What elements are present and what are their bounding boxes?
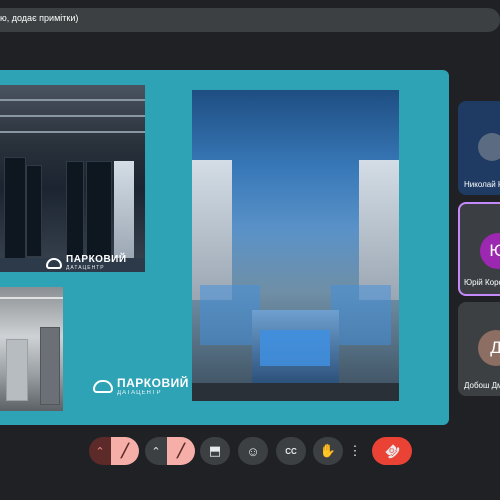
camera-off-icon: ╱ bbox=[177, 443, 185, 458]
datacenter-photo-room bbox=[0, 287, 63, 411]
captions-icon: CC bbox=[285, 446, 297, 456]
cloud-icon bbox=[93, 380, 113, 393]
leave-call-button[interactable]: ☎ bbox=[372, 437, 412, 465]
parkovyi-logo-small: ПАРКОВИЙ ДАТАЦЕНТР bbox=[46, 255, 127, 271]
datacenter-photo-racks: ПАРКОВИЙ ДАТАЦЕНТР bbox=[0, 85, 145, 272]
meeting-title: ю, додає примітки) bbox=[0, 13, 79, 23]
present-screen-button[interactable]: ⬒ bbox=[200, 437, 230, 465]
mic-off-icon: ╱ bbox=[121, 443, 129, 458]
parkovyi-logo: ПАРКОВИЙ ДАТАЦЕНТР bbox=[93, 377, 189, 396]
logo-name: ПАРКОВИЙ bbox=[66, 254, 127, 265]
raise-hand-button[interactable]: ✋ bbox=[313, 437, 343, 465]
audio-options-button[interactable]: ⌃ bbox=[89, 437, 111, 465]
emoji-icon: ☺ bbox=[246, 443, 260, 459]
logo-subtitle: ДАТАЦЕНТР bbox=[117, 390, 162, 396]
meeting-topbar: ю, додає примітки) bbox=[0, 8, 500, 32]
avatar: Ю bbox=[480, 233, 500, 269]
camera-toggle-button[interactable]: ╱ bbox=[167, 437, 195, 465]
avatar: Д bbox=[478, 330, 500, 366]
shared-screen: ПАРКОВИЙ ДАТАЦЕНТР ПАРКОВИЙ ДАТАЦЕНТР bbox=[0, 70, 449, 425]
chevron-up-icon: ⌃ bbox=[95, 445, 105, 458]
cloud-icon bbox=[46, 257, 62, 269]
more-vert-icon: ⋮ bbox=[348, 443, 362, 458]
reactions-button[interactable]: ☺ bbox=[238, 437, 268, 465]
video-options-button[interactable]: ⌃ bbox=[145, 437, 167, 465]
captions-button[interactable]: CC bbox=[276, 437, 306, 465]
participant-tile-active-speaker[interactable]: Ю Юрій Коро bbox=[458, 202, 500, 296]
participant-name: Юрій Коро bbox=[464, 278, 500, 287]
phone-hangup-icon: ☎ bbox=[381, 440, 404, 463]
participant-tile[interactable]: Д Добош Дм bbox=[458, 302, 500, 396]
present-icon: ⬒ bbox=[208, 443, 222, 458]
call-controls: ⌃ ╱ ⌃ ╱ ⬒ ☺ CC ✋ ⋮ ☎ bbox=[0, 437, 500, 465]
datacenter-photo-corridor bbox=[192, 90, 399, 401]
microphone-toggle-button[interactable]: ╱ bbox=[111, 437, 139, 465]
participant-tile[interactable]: Николай К bbox=[458, 101, 500, 195]
participant-name: Николай К bbox=[464, 180, 500, 189]
hand-icon: ✋ bbox=[319, 443, 337, 458]
participant-name: Добош Дм bbox=[464, 381, 500, 390]
logo-subtitle: ДАТАЦЕНТР bbox=[66, 265, 105, 271]
avatar bbox=[478, 133, 500, 161]
logo-name: ПАРКОВИЙ bbox=[117, 376, 189, 390]
more-options-button[interactable]: ⋮ bbox=[346, 437, 364, 465]
chevron-up-icon: ⌃ bbox=[151, 445, 161, 458]
